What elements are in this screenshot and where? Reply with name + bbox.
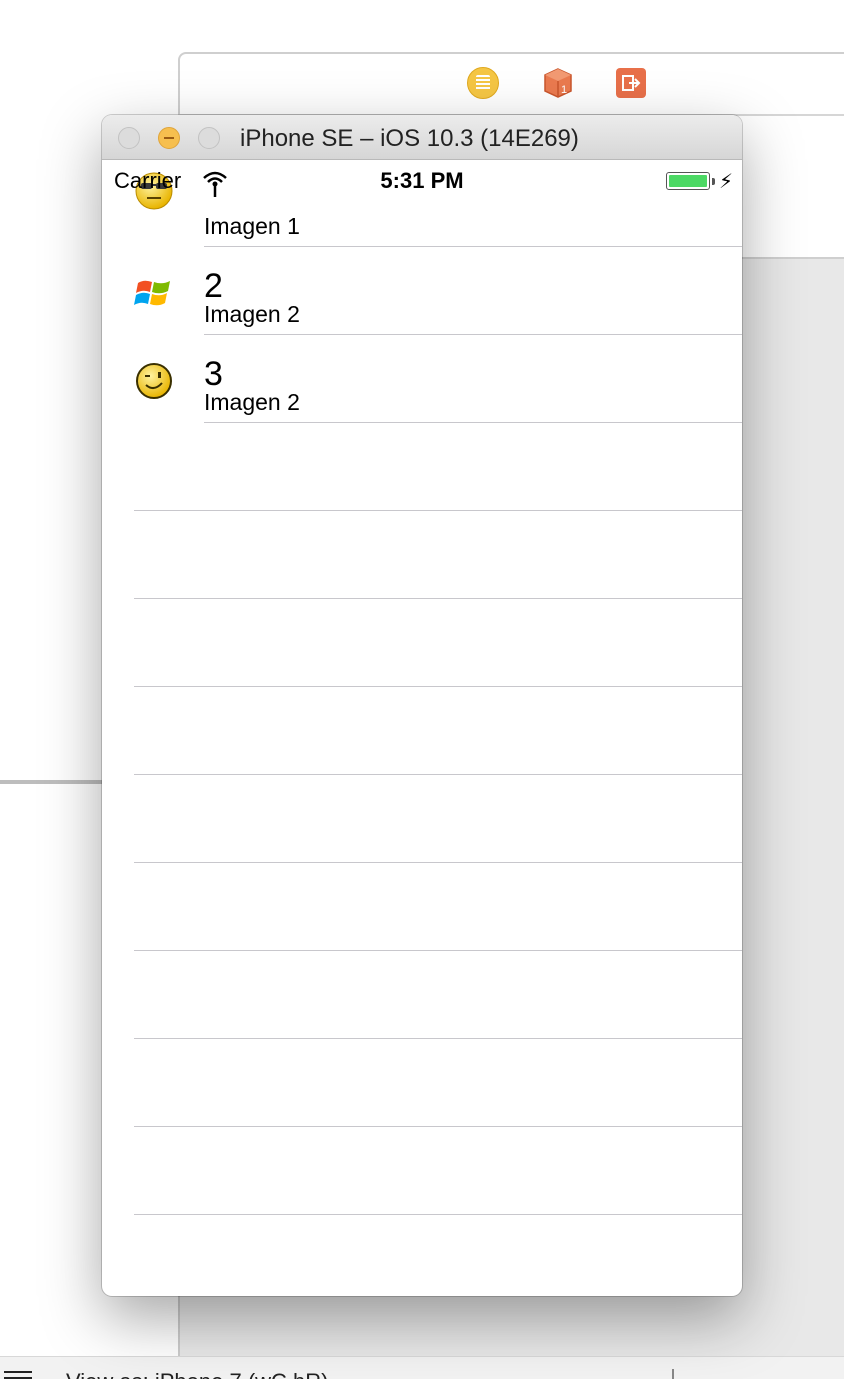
battery-level <box>669 175 707 187</box>
empty-table-row[interactable] <box>102 423 742 511</box>
empty-table-row[interactable] <box>102 1127 742 1215</box>
first-responder-icon[interactable]: 1 <box>542 67 574 99</box>
windows-logo-icon <box>134 273 174 313</box>
window-title: iPhone SE – iOS 10.3 (14E269) <box>240 125 579 152</box>
exit-icon[interactable] <box>616 68 646 98</box>
window-titlebar[interactable]: iPhone SE – iOS 10.3 (14E269) <box>102 115 742 160</box>
empty-table-row[interactable] <box>102 775 742 863</box>
cell-subtitle: Imagen 1 <box>204 213 300 239</box>
minimize-window-button[interactable] <box>158 127 180 149</box>
svg-text:1: 1 <box>561 84 567 96</box>
table-row[interactable]: 3 Imagen 2 <box>102 335 742 423</box>
zoom-window-button[interactable] <box>198 127 220 149</box>
row-separator <box>134 1214 742 1215</box>
wink-face-icon <box>134 361 174 401</box>
status-time: 5:31 PM <box>380 168 464 193</box>
empty-table-row[interactable] <box>102 951 742 1039</box>
table-view[interactable]: Imagen 1 2 Imagen 2 3 Imagen 2 <box>102 172 742 1215</box>
simulator-window: iPhone SE – iOS 10.3 (14E269) Imagen 1 2… <box>102 115 742 1296</box>
status-bar: Carrier 5:31 PM ⚡ <box>102 160 742 200</box>
empty-table-row[interactable] <box>102 863 742 951</box>
charging-bolt-icon: ⚡ <box>719 171 734 193</box>
cell-subtitle: Imagen 2 <box>204 389 300 415</box>
empty-table-row[interactable] <box>102 1039 742 1127</box>
close-window-button[interactable] <box>118 127 140 149</box>
table-row[interactable]: 2 Imagen 2 <box>102 247 742 335</box>
battery-icon <box>666 172 710 190</box>
cell-subtitle: Imagen 2 <box>204 301 300 327</box>
view-controller-icon[interactable] <box>467 67 499 99</box>
empty-table-row[interactable] <box>102 599 742 687</box>
empty-table-row[interactable] <box>102 687 742 775</box>
battery-nub <box>712 178 715 185</box>
empty-table-row[interactable] <box>102 511 742 599</box>
xcode-bottom-bar: View as: iPhone 7 (wC hR) <box>0 1356 844 1379</box>
